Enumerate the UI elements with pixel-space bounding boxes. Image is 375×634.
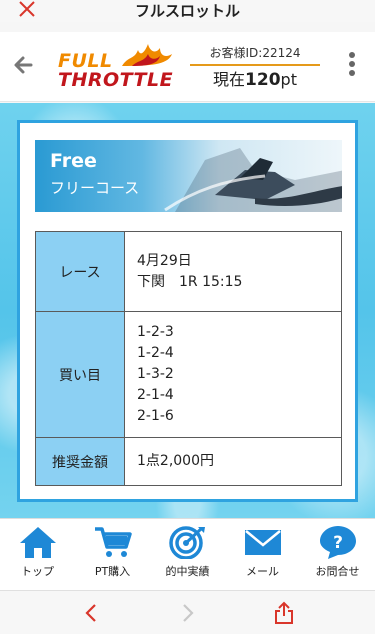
share-icon[interactable] [272, 601, 296, 625]
bet-combination: 2-1-6 [137, 408, 174, 424]
row-value-bets: 1-2-3 1-2-4 1-3-2 2-1-4 2-1-6 [124, 311, 342, 438]
tab-label: メール [246, 565, 279, 578]
full-throttle-logo[interactable]: FULL THROTTLE [58, 42, 176, 94]
tab-label: トップ [21, 565, 54, 578]
row-header-bets: 買い目 [35, 311, 125, 438]
table-row: 推奨金額 1点2,000円 [35, 437, 342, 486]
back-arrow-icon[interactable] [12, 54, 34, 76]
row-header-race: レース [35, 231, 125, 312]
help-icon: ? [319, 526, 356, 559]
chevron-right-icon[interactable] [175, 601, 199, 625]
race-date: 4月29日 [137, 252, 192, 269]
course-banner: Free フリーコース [35, 140, 342, 212]
points-balance: 現在120pt [190, 70, 320, 90]
row-value-race: 4月29日 下関 1R 15:15 [124, 231, 342, 312]
title-bar: フルスロットル [0, 0, 375, 22]
chevron-left-icon[interactable] [80, 601, 104, 625]
target-icon [168, 526, 205, 559]
mail-icon [244, 530, 281, 555]
bet-combination: 1-2-3 [137, 324, 174, 340]
window-title: フルスロットル [134, 2, 240, 20]
table-row: レース 4月29日 下関 1R 15:15 [35, 231, 342, 312]
race-table: レース 4月29日 下関 1R 15:15 買い目 1-2-3 1-2-4 1-… [35, 231, 342, 486]
bet-combination: 1-2-4 [137, 345, 174, 361]
bottom-tab-bar: トップ PT購入 的中実績 メール ? お問合せ [0, 518, 375, 590]
account-info: お客様ID:22124 現在120pt [190, 45, 320, 90]
points-value: 120 [245, 70, 281, 90]
row-value-amount: 1点2,000円 [124, 437, 342, 486]
account-divider [190, 64, 320, 66]
cart-icon [94, 527, 132, 557]
logo-line2: THROTTLE [58, 69, 174, 91]
tab-top[interactable]: トップ [0, 525, 75, 579]
banner-subtitle: フリーコース [50, 179, 140, 197]
tab-contact[interactable]: ? お問合せ [300, 525, 375, 579]
row-header-amount: 推奨金額 [35, 437, 125, 486]
kebab-menu-icon[interactable] [345, 52, 359, 80]
app-header: FULL THROTTLE お客様ID:22124 現在120pt [0, 32, 375, 102]
tab-pt-purchase[interactable]: PT購入 [75, 525, 150, 579]
points-unit: pt [280, 70, 297, 89]
tab-results[interactable]: 的中実績 [150, 525, 225, 579]
home-icon [19, 527, 56, 558]
table-row: 買い目 1-2-3 1-2-4 1-3-2 2-1-4 2-1-6 [35, 311, 342, 438]
flame-icon [122, 44, 172, 66]
recommended-amount: 1点2,000円 [137, 453, 214, 469]
tab-label: お問合せ [315, 565, 360, 578]
bet-combination: 1-3-2 [137, 366, 174, 382]
race-venue-time: 下関 1R 15:15 [137, 273, 243, 290]
account-id: お客様ID:22124 [209, 46, 301, 60]
svg-text:?: ? [333, 533, 343, 553]
bet-combination: 2-1-4 [137, 387, 174, 403]
points-prefix: 現在 [213, 70, 246, 89]
boat-race-image [164, 148, 342, 212]
browser-nav-bar [0, 590, 375, 634]
content-panel: Free フリーコース レース 4月29日 下関 1R 15:15 買い目 1-… [17, 120, 358, 502]
tab-label: 的中実績 [165, 565, 210, 578]
banner-title: Free [50, 150, 97, 172]
tab-label: PT購入 [94, 565, 131, 578]
tab-mail[interactable]: メール [225, 525, 300, 579]
